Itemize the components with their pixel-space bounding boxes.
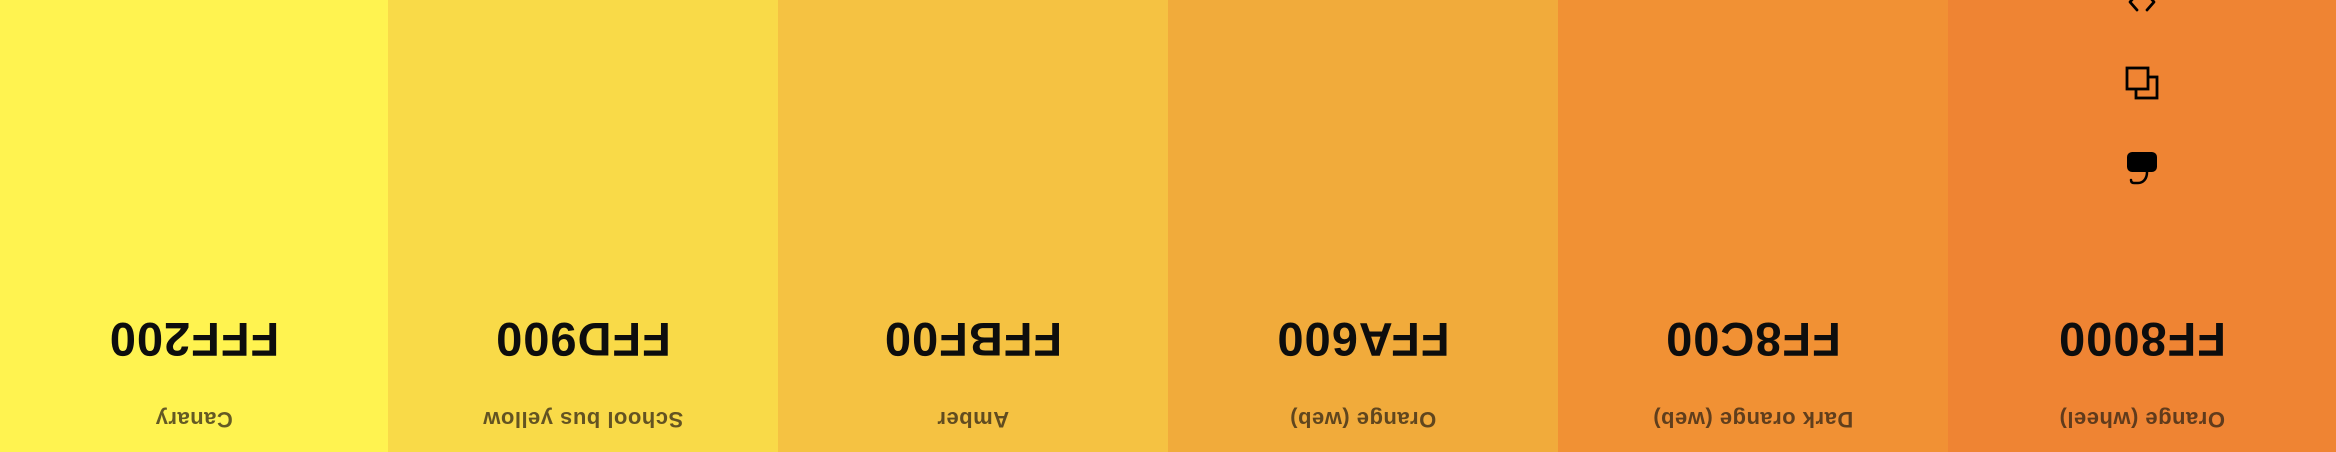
swatch-hex[interactable]: FFF200 <box>0 312 388 366</box>
swatch-name: School bus yellow <box>482 407 684 432</box>
copy-button[interactable] <box>2122 63 2162 103</box>
swatch-name: Orange (web) <box>1289 407 1437 432</box>
code-button[interactable] <box>2122 0 2162 22</box>
copy-icon <box>2125 66 2159 100</box>
swatch-amber[interactable]: Amber FFBF00 <box>778 0 1168 452</box>
swatch-dark-orange-web[interactable]: Dark orange (web) FF8C00 <box>1558 0 1948 452</box>
swatch-hex[interactable]: FFD900 <box>388 312 778 366</box>
comment-icon <box>2127 152 2157 188</box>
swatch-name: Orange (wheel) <box>2059 407 2225 432</box>
swatch-hex[interactable]: FF8C00 <box>1558 312 1948 366</box>
swatch-school-bus-yellow[interactable]: School bus yellow FFD900 <box>388 0 778 452</box>
swatch-orange-wheel[interactable]: Orange (wheel) FF8000 <box>1948 0 2336 452</box>
swatch-hex[interactable]: FF8000 <box>1948 312 2336 366</box>
swatch-orange-web[interactable]: Orange (web) FFA600 <box>1168 0 1558 452</box>
swatch-toolbar <box>1948 0 2336 200</box>
swatch-name: Dark orange (web) <box>1652 407 1854 432</box>
swatch-name: Canary <box>155 407 233 432</box>
comment-button[interactable] <box>2122 150 2162 190</box>
swatch-name: Amber <box>936 407 1010 432</box>
code-icon <box>2126 0 2158 14</box>
swatch-canary[interactable]: Canary FFF200 <box>0 0 388 452</box>
color-palette: Orange (wheel) FF8000 Dark orange (web) … <box>0 0 2336 452</box>
swatch-hex[interactable]: FFBF00 <box>778 312 1168 366</box>
swatch-hex[interactable]: FFA600 <box>1168 312 1558 366</box>
